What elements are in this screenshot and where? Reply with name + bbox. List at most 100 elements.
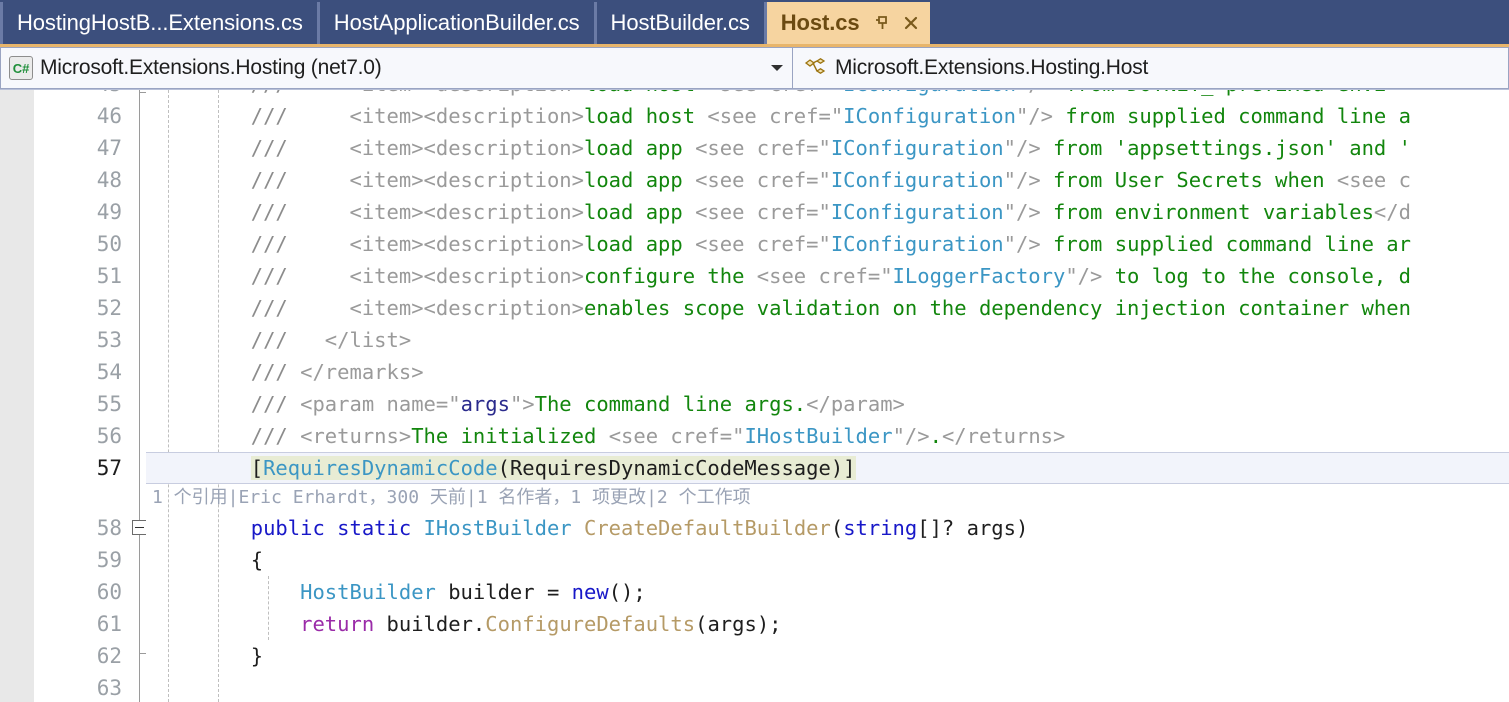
code-line-text: /// </list>: [146, 324, 1509, 356]
code-token: </returns>: [941, 424, 1066, 448]
code-token: IHostBuilder: [744, 424, 893, 448]
tab-host-active[interactable]: Host.cs: [766, 2, 930, 44]
tab-host-application-builder[interactable]: HostApplicationBuilder.cs: [319, 2, 597, 44]
code-line[interactable]: /// <item><description>configure the <se…: [146, 260, 1509, 292]
code-line[interactable]: [146, 672, 1509, 702]
code-token: RequiresDynamicCodeMessage: [509, 456, 831, 480]
code-token: on the dependency injection container wh…: [880, 296, 1411, 320]
code-line[interactable]: /// <item><description>load host <see cr…: [146, 100, 1509, 132]
close-icon[interactable]: [900, 12, 922, 34]
code-editor[interactable]: 45 46 47 48 49 50 51 52 53 54 55 56 57 58 59 60 61 62 63 /…: [0, 90, 1509, 702]
type-selector[interactable]: Microsoft.Extensions.Hosting.Host: [793, 47, 1509, 89]
codelens-text[interactable]: 1 个引用|Eric Erhardt，300 天前|1 名作者，1 项更改|2 …: [146, 484, 1509, 512]
pin-icon[interactable]: [872, 12, 894, 34]
code-token: "/>: [1003, 200, 1041, 224]
code-token: from DOTNET_ prefixed envi: [1053, 90, 1386, 96]
code-line[interactable]: [RequiresDynamicCode(RequiresDynamicCode…: [146, 452, 1509, 484]
breakpoint-margin[interactable]: [0, 90, 34, 702]
code-line-text: HostBuilder builder = new();: [146, 576, 1509, 608]
code-token: ///: [152, 360, 301, 384]
code-token: from supplied command line a: [1053, 104, 1411, 128]
code-line[interactable]: }: [146, 640, 1509, 672]
code-token: builder.: [374, 612, 486, 636]
code-token: <see cref=": [695, 168, 831, 192]
code-token: <see cref=": [695, 232, 831, 256]
code-line[interactable]: public static IHostBuilder CreateDefault…: [146, 512, 1509, 544]
code-token: =: [546, 580, 572, 604]
code-token: (: [695, 612, 708, 636]
code-line[interactable]: /// <item><description>load app <see cre…: [146, 196, 1509, 228]
structure-tick-bottom: [139, 653, 146, 654]
code-line-text: /// <param name="args">The command line …: [146, 388, 1509, 420]
codelens-row[interactable]: 1 个引用|Eric Erhardt，300 天前|1 名作者，1 项更改|2 …: [146, 484, 1509, 512]
code-line[interactable]: /// <item><description>load app <see cre…: [146, 132, 1509, 164]
code-token: ///: [152, 328, 301, 352]
line-number: 61: [96, 612, 122, 636]
outlining-margin[interactable]: [132, 90, 147, 702]
line-number: 51: [96, 264, 122, 288]
code-token: ///: [152, 296, 301, 320]
line-number: 45: [34, 90, 134, 100]
code-token: RequiresDynamicCode: [263, 456, 498, 480]
code-token: <item><description>: [300, 136, 584, 160]
tab-controls: [872, 12, 922, 34]
code-token: </list>: [300, 328, 412, 352]
code-token: <item><description>: [300, 90, 584, 96]
code-line[interactable]: return builder.ConfigureDefaults(args);: [146, 608, 1509, 640]
project-selector[interactable]: C# Microsoft.Extensions.Hosting (net7.0): [0, 47, 793, 89]
code-token: load app: [583, 136, 696, 160]
code-line-text: /// <item><description>configure the <se…: [146, 260, 1509, 292]
code-line[interactable]: /// <param name="args">The command line …: [146, 388, 1509, 420]
code-token: </remarks>: [300, 360, 424, 384]
code-token: <see c: [1336, 168, 1411, 192]
code-line-text: public static IHostBuilder CreateDefault…: [146, 512, 1509, 544]
code-token: return: [300, 612, 375, 636]
code-line[interactable]: /// <item><description>load app <see cre…: [146, 164, 1509, 196]
code-token: enables scope validation: [583, 296, 881, 320]
code-token: <see cref=": [707, 90, 843, 96]
structure-guide-line: [139, 90, 140, 702]
code-line-text: /// <item><description>load app <see cre…: [146, 132, 1509, 164]
code-line[interactable]: HostBuilder builder = new();: [146, 576, 1509, 608]
code-line[interactable]: /// <item><description>load host <see cr…: [146, 90, 1509, 100]
code-token: ///: [152, 104, 301, 128]
line-number: 63: [96, 676, 122, 700]
code-line[interactable]: /// <returns>The initialized <see cref="…: [146, 420, 1509, 452]
code-token: [: [250, 456, 264, 480]
tab-label: HostBuilder.cs: [610, 10, 750, 35]
chevron-down-icon[interactable]: [762, 63, 792, 73]
code-line[interactable]: {: [146, 544, 1509, 576]
code-token: "/>: [1003, 136, 1041, 160]
code-token: load app: [583, 200, 696, 224]
code-token: (: [830, 516, 844, 540]
code-token: <see cref=": [707, 104, 844, 128]
code-token: </d: [1373, 200, 1411, 224]
code-token: <see cref=": [695, 136, 831, 160]
collapse-region-button[interactable]: [132, 520, 147, 535]
code-line-text: /// <item><description>load app <see cre…: [146, 196, 1509, 228]
code-line[interactable]: /// </remarks>: [146, 356, 1509, 388]
code-token: <item><description>: [300, 168, 584, 192]
code-line[interactable]: /// <item><description>enables scope val…: [146, 292, 1509, 324]
tab-host-builder[interactable]: HostBuilder.cs: [596, 2, 767, 44]
project-name: Microsoft.Extensions.Hosting (net7.0): [40, 56, 382, 79]
code-token: IConfiguration: [830, 200, 1004, 224]
code-token: HostBuilder: [300, 580, 436, 604]
code-token: IConfiguration: [830, 168, 1004, 192]
code-line[interactable]: /// <item><description>load app <see cre…: [146, 228, 1509, 260]
code-token: IConfiguration: [843, 104, 1016, 128]
code-token: <item><description>: [300, 296, 584, 320]
code-line[interactable]: /// </list>: [146, 324, 1509, 356]
code-token: </param>: [806, 392, 905, 416]
line-number: 57: [96, 456, 122, 480]
tab-hosting-host-builder-extensions[interactable]: HostingHostB...Extensions.cs: [0, 2, 320, 44]
code-line-text: [RequiresDynamicCode(RequiresDynamicCode…: [146, 452, 1509, 484]
line-number: 56: [96, 424, 122, 448]
code-token: CreateDefaultBuilder: [584, 516, 831, 540]
code-text-area[interactable]: /// <item><description>load host <see cr…: [146, 90, 1509, 702]
code-line-text: /// <returns>The initialized <see cref="…: [146, 420, 1509, 452]
code-token: .: [929, 424, 942, 448]
code-token: IConfiguration: [830, 136, 1004, 160]
code-line-text: /// <item><description>load host <see cr…: [146, 90, 1509, 100]
